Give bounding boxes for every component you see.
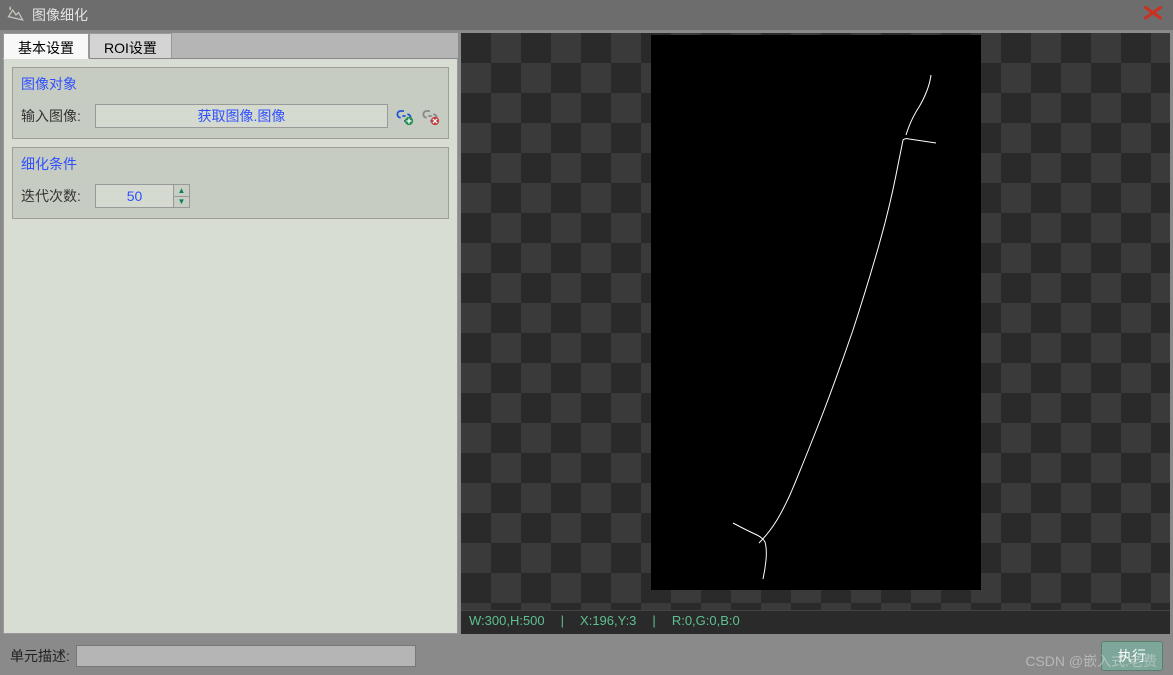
iterations-value[interactable]: 50 bbox=[96, 185, 173, 207]
group-title-image: 图像对象 bbox=[21, 72, 440, 96]
status-rgb: R:0,G:0,B:0 bbox=[672, 613, 740, 632]
row-input-image: 输入图像: 获取图像.图像 bbox=[21, 104, 440, 128]
content-area: 基本设置 ROI设置 图像对象 输入图像: 获取图像.图像 bbox=[0, 30, 1173, 637]
spinner-down[interactable]: ▼ bbox=[173, 197, 189, 208]
status-bar: W:300,H:500 | X:196,Y:3 | R:0,G:0,B:0 bbox=[461, 610, 1170, 634]
iterations-label: 迭代次数: bbox=[21, 186, 89, 206]
close-button[interactable] bbox=[1139, 5, 1167, 25]
preview-panel: W:300,H:500 | X:196,Y:3 | R:0,G:0,B:0 bbox=[461, 33, 1170, 634]
footer-bar: 单元描述: 执行 bbox=[0, 637, 1173, 675]
input-image-field[interactable]: 获取图像.图像 bbox=[95, 104, 388, 128]
status-sep2: | bbox=[652, 613, 655, 632]
image-canvas bbox=[651, 35, 981, 590]
iterations-spinner[interactable]: 50 ▲ ▼ bbox=[95, 184, 190, 208]
tab-bar: 基本设置 ROI设置 bbox=[3, 33, 458, 59]
window-title: 图像细化 bbox=[32, 5, 1139, 25]
link-remove-icon[interactable] bbox=[420, 106, 440, 126]
status-xy: X:196,Y:3 bbox=[580, 613, 636, 632]
settings-panel: 基本设置 ROI设置 图像对象 输入图像: 获取图像.图像 bbox=[3, 33, 458, 634]
group-title-condition: 细化条件 bbox=[21, 152, 440, 176]
spinner-up[interactable]: ▲ bbox=[173, 185, 189, 197]
main-window: 图像细化 基本设置 ROI设置 图像对象 输入图像: 获取图像.图像 bbox=[0, 0, 1173, 675]
thinned-curve bbox=[651, 35, 981, 590]
group-thinning-condition: 细化条件 迭代次数: 50 ▲ ▼ bbox=[12, 147, 449, 219]
app-icon bbox=[6, 5, 26, 25]
titlebar: 图像细化 bbox=[0, 0, 1173, 30]
row-iterations: 迭代次数: 50 ▲ ▼ bbox=[21, 184, 440, 208]
description-label: 单元描述: bbox=[10, 646, 70, 666]
group-image-object: 图像对象 输入图像: 获取图像.图像 bbox=[12, 67, 449, 139]
tab-basic[interactable]: 基本设置 bbox=[3, 33, 89, 59]
tab-content: 图像对象 输入图像: 获取图像.图像 细化条件 bbox=[3, 59, 458, 634]
status-wh: W:300,H:500 bbox=[469, 613, 545, 632]
link-add-icon[interactable] bbox=[394, 106, 414, 126]
preview-viewport[interactable] bbox=[461, 33, 1170, 610]
spinner-buttons: ▲ ▼ bbox=[173, 185, 189, 207]
description-input[interactable] bbox=[76, 645, 416, 667]
tab-roi[interactable]: ROI设置 bbox=[89, 33, 172, 58]
execute-button[interactable]: 执行 bbox=[1101, 641, 1163, 671]
status-sep1: | bbox=[561, 613, 564, 632]
input-image-label: 输入图像: bbox=[21, 106, 89, 126]
